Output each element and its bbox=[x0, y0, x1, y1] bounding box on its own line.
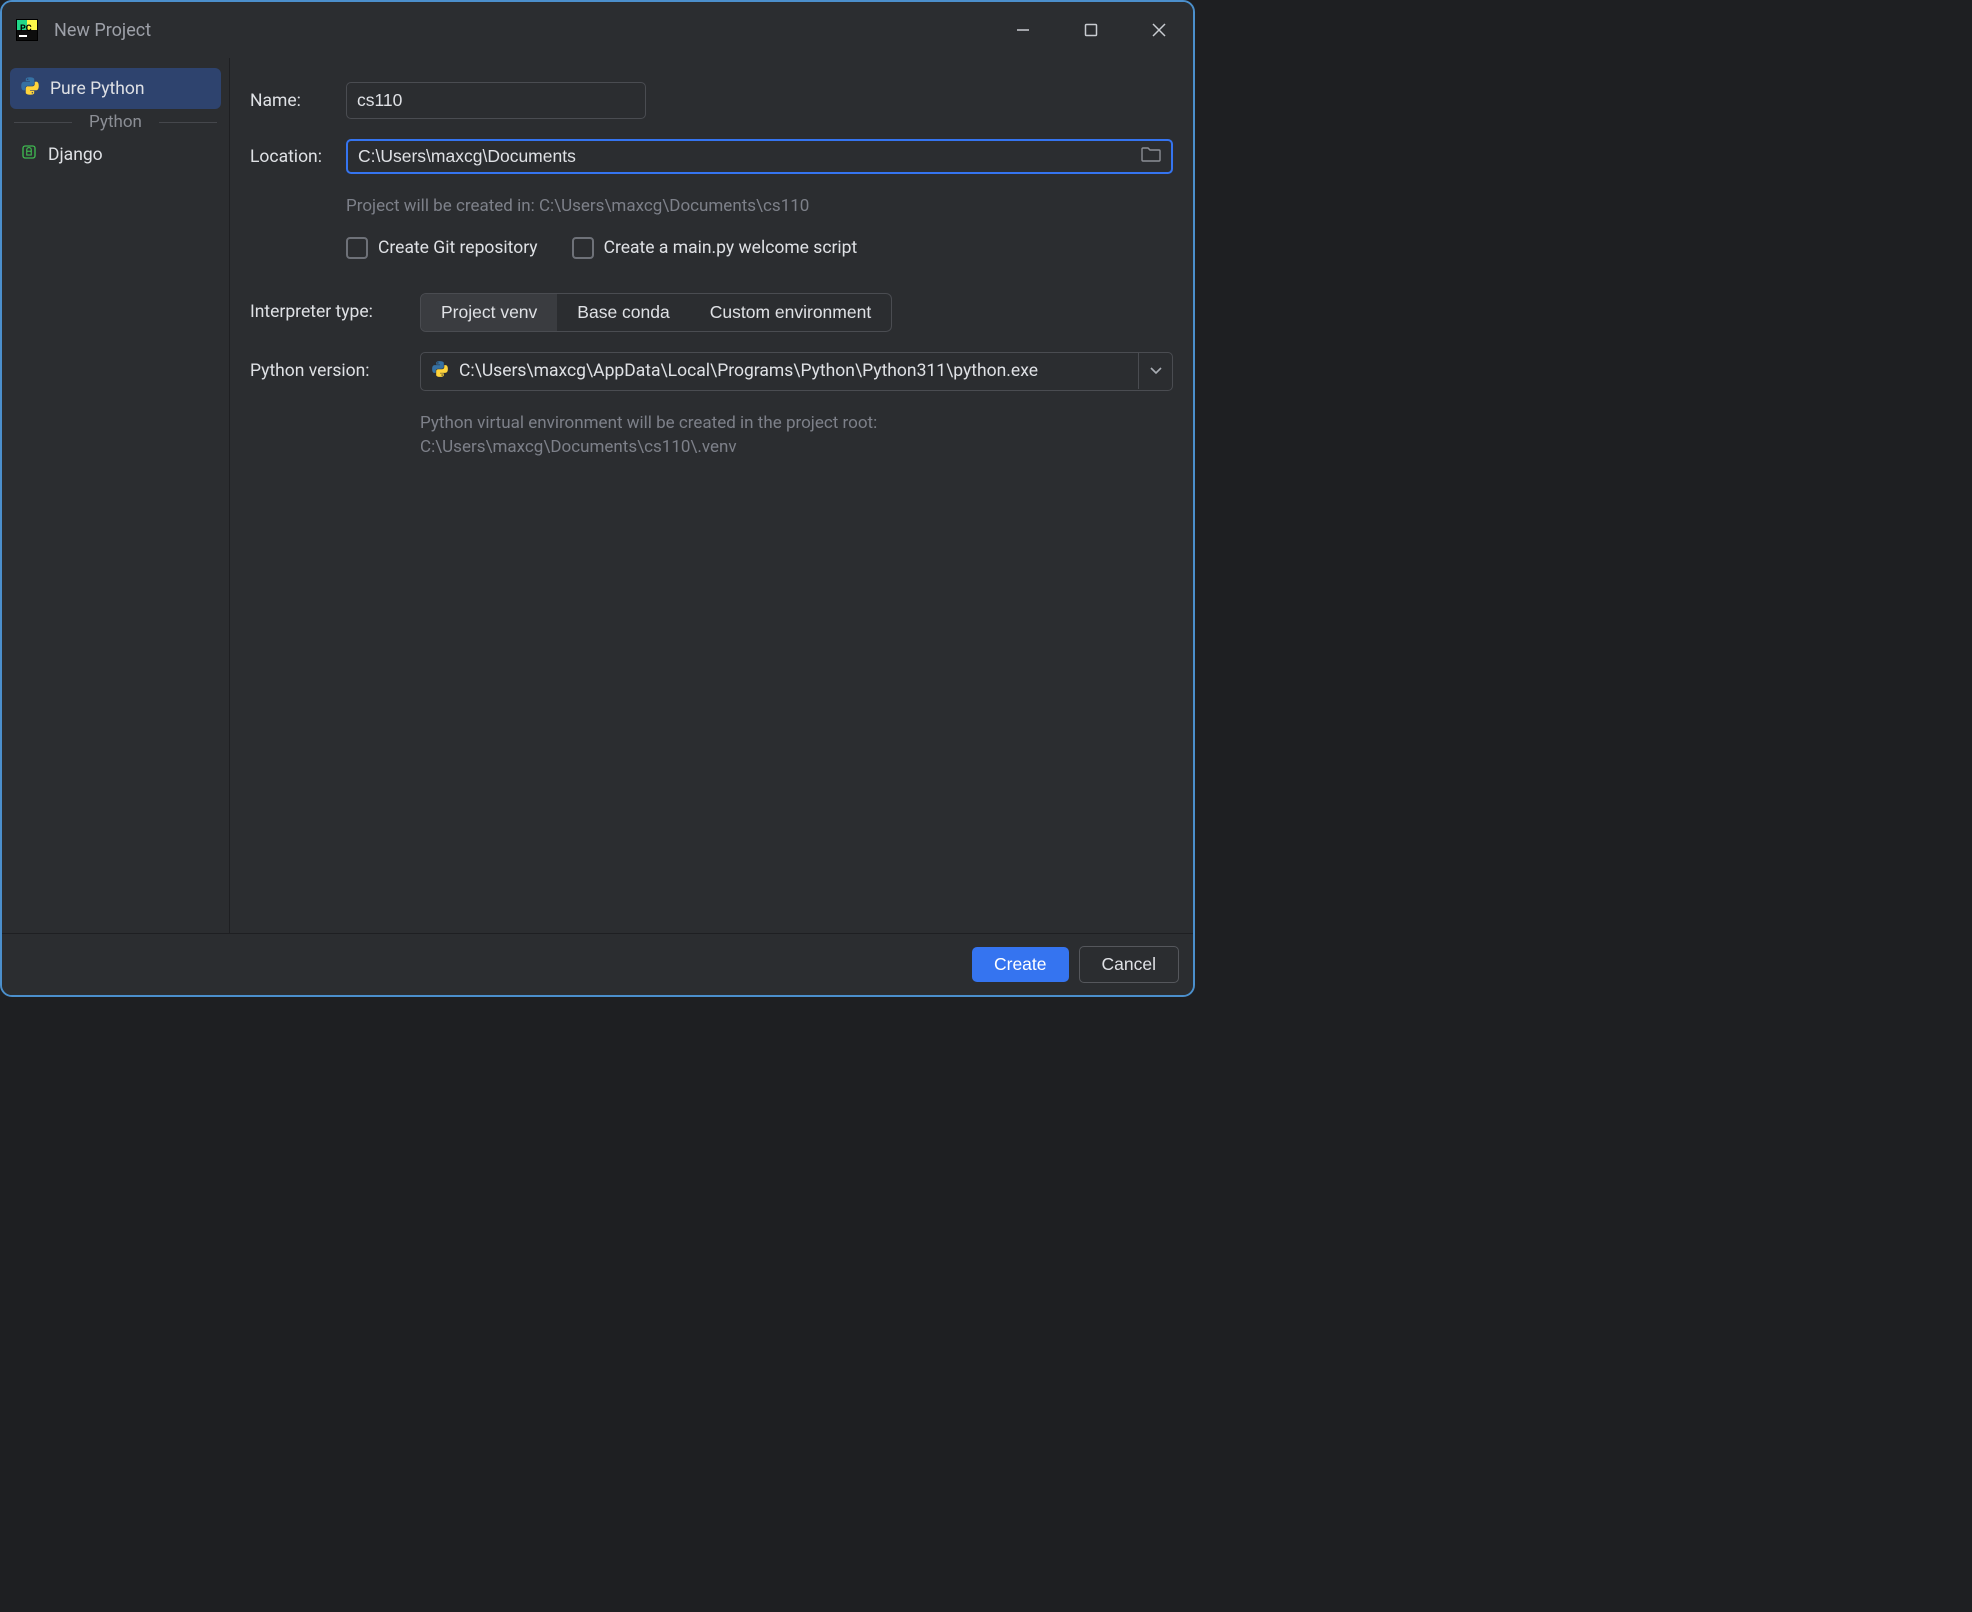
window-title: New Project bbox=[54, 20, 1003, 41]
chevron-down-icon[interactable] bbox=[1138, 353, 1172, 389]
sidebar-group-python: Python bbox=[10, 112, 221, 132]
venv-hint: Python virtual environment will be creat… bbox=[420, 411, 1173, 460]
sidebar-item-label: Pure Python bbox=[50, 79, 145, 99]
location-label: Location: bbox=[250, 147, 346, 167]
django-icon bbox=[20, 143, 38, 166]
checkbox-git-repository[interactable]: Create Git repository bbox=[346, 237, 538, 259]
venv-hint-line1: Python virtual environment will be creat… bbox=[420, 411, 1173, 436]
close-button[interactable] bbox=[1139, 10, 1179, 50]
titlebar: PC New Project bbox=[2, 2, 1193, 58]
python-version-dropdown[interactable]: C:\Users\maxcg\AppData\Local\Programs\Py… bbox=[420, 352, 1173, 391]
python-version-value: C:\Users\maxcg\AppData\Local\Programs\Py… bbox=[459, 361, 1038, 381]
checkbox-box-icon bbox=[572, 237, 594, 259]
folder-icon[interactable] bbox=[1141, 146, 1161, 167]
seg-base-conda[interactable]: Base conda bbox=[557, 294, 689, 331]
sidebar-item-django[interactable]: Django bbox=[10, 135, 221, 174]
svg-text:PC: PC bbox=[20, 24, 32, 34]
sidebar: Pure Python Python Django bbox=[2, 58, 230, 933]
checkbox-mainpy-script[interactable]: Create a main.py welcome script bbox=[572, 237, 858, 259]
interpreter-row: Interpreter type: Project venv Base cond… bbox=[250, 293, 1173, 332]
footer: Create Cancel bbox=[2, 933, 1193, 995]
pycharm-icon: PC bbox=[16, 19, 38, 41]
interpreter-type-segmented: Project venv Base conda Custom environme… bbox=[420, 293, 892, 332]
name-input[interactable] bbox=[346, 82, 646, 119]
python-version-row: Python version: C:\Users\maxcg\AppData\L… bbox=[250, 352, 1173, 391]
cancel-button[interactable]: Cancel bbox=[1079, 946, 1179, 983]
checkbox-box-icon bbox=[346, 237, 368, 259]
seg-project-venv[interactable]: Project venv bbox=[421, 294, 557, 331]
sidebar-item-pure-python[interactable]: Pure Python bbox=[10, 68, 221, 109]
body: Pure Python Python Django Name: bbox=[2, 58, 1193, 933]
location-hint: Project will be created in: C:\Users\max… bbox=[346, 194, 1173, 219]
venv-hint-line2: C:\Users\maxcg\Documents\cs110\.venv bbox=[420, 435, 1173, 460]
name-row: Name: bbox=[250, 82, 1173, 119]
interpreter-label: Interpreter type: bbox=[250, 302, 420, 322]
window-controls bbox=[1003, 10, 1179, 50]
python-icon bbox=[431, 360, 449, 383]
python-version-label: Python version: bbox=[250, 361, 420, 381]
location-input[interactable] bbox=[358, 146, 1141, 167]
sidebar-item-label: Django bbox=[48, 145, 103, 165]
create-button[interactable]: Create bbox=[972, 947, 1069, 982]
python-icon bbox=[20, 76, 40, 101]
checkbox-row: Create Git repository Create a main.py w… bbox=[346, 237, 1173, 259]
location-input-wrapper[interactable] bbox=[346, 139, 1173, 174]
name-label: Name: bbox=[250, 91, 346, 111]
main-panel: Name: Location: Project will be created … bbox=[230, 58, 1193, 933]
new-project-window: PC New Project bbox=[0, 0, 1195, 997]
seg-custom-environment[interactable]: Custom environment bbox=[690, 294, 891, 331]
checkbox-label: Create Git repository bbox=[378, 238, 538, 258]
minimize-button[interactable] bbox=[1003, 10, 1043, 50]
checkbox-label: Create a main.py welcome script bbox=[604, 238, 858, 258]
maximize-button[interactable] bbox=[1071, 10, 1111, 50]
dropdown-content: C:\Users\maxcg\AppData\Local\Programs\Py… bbox=[421, 353, 1138, 390]
location-row: Location: bbox=[250, 139, 1173, 174]
